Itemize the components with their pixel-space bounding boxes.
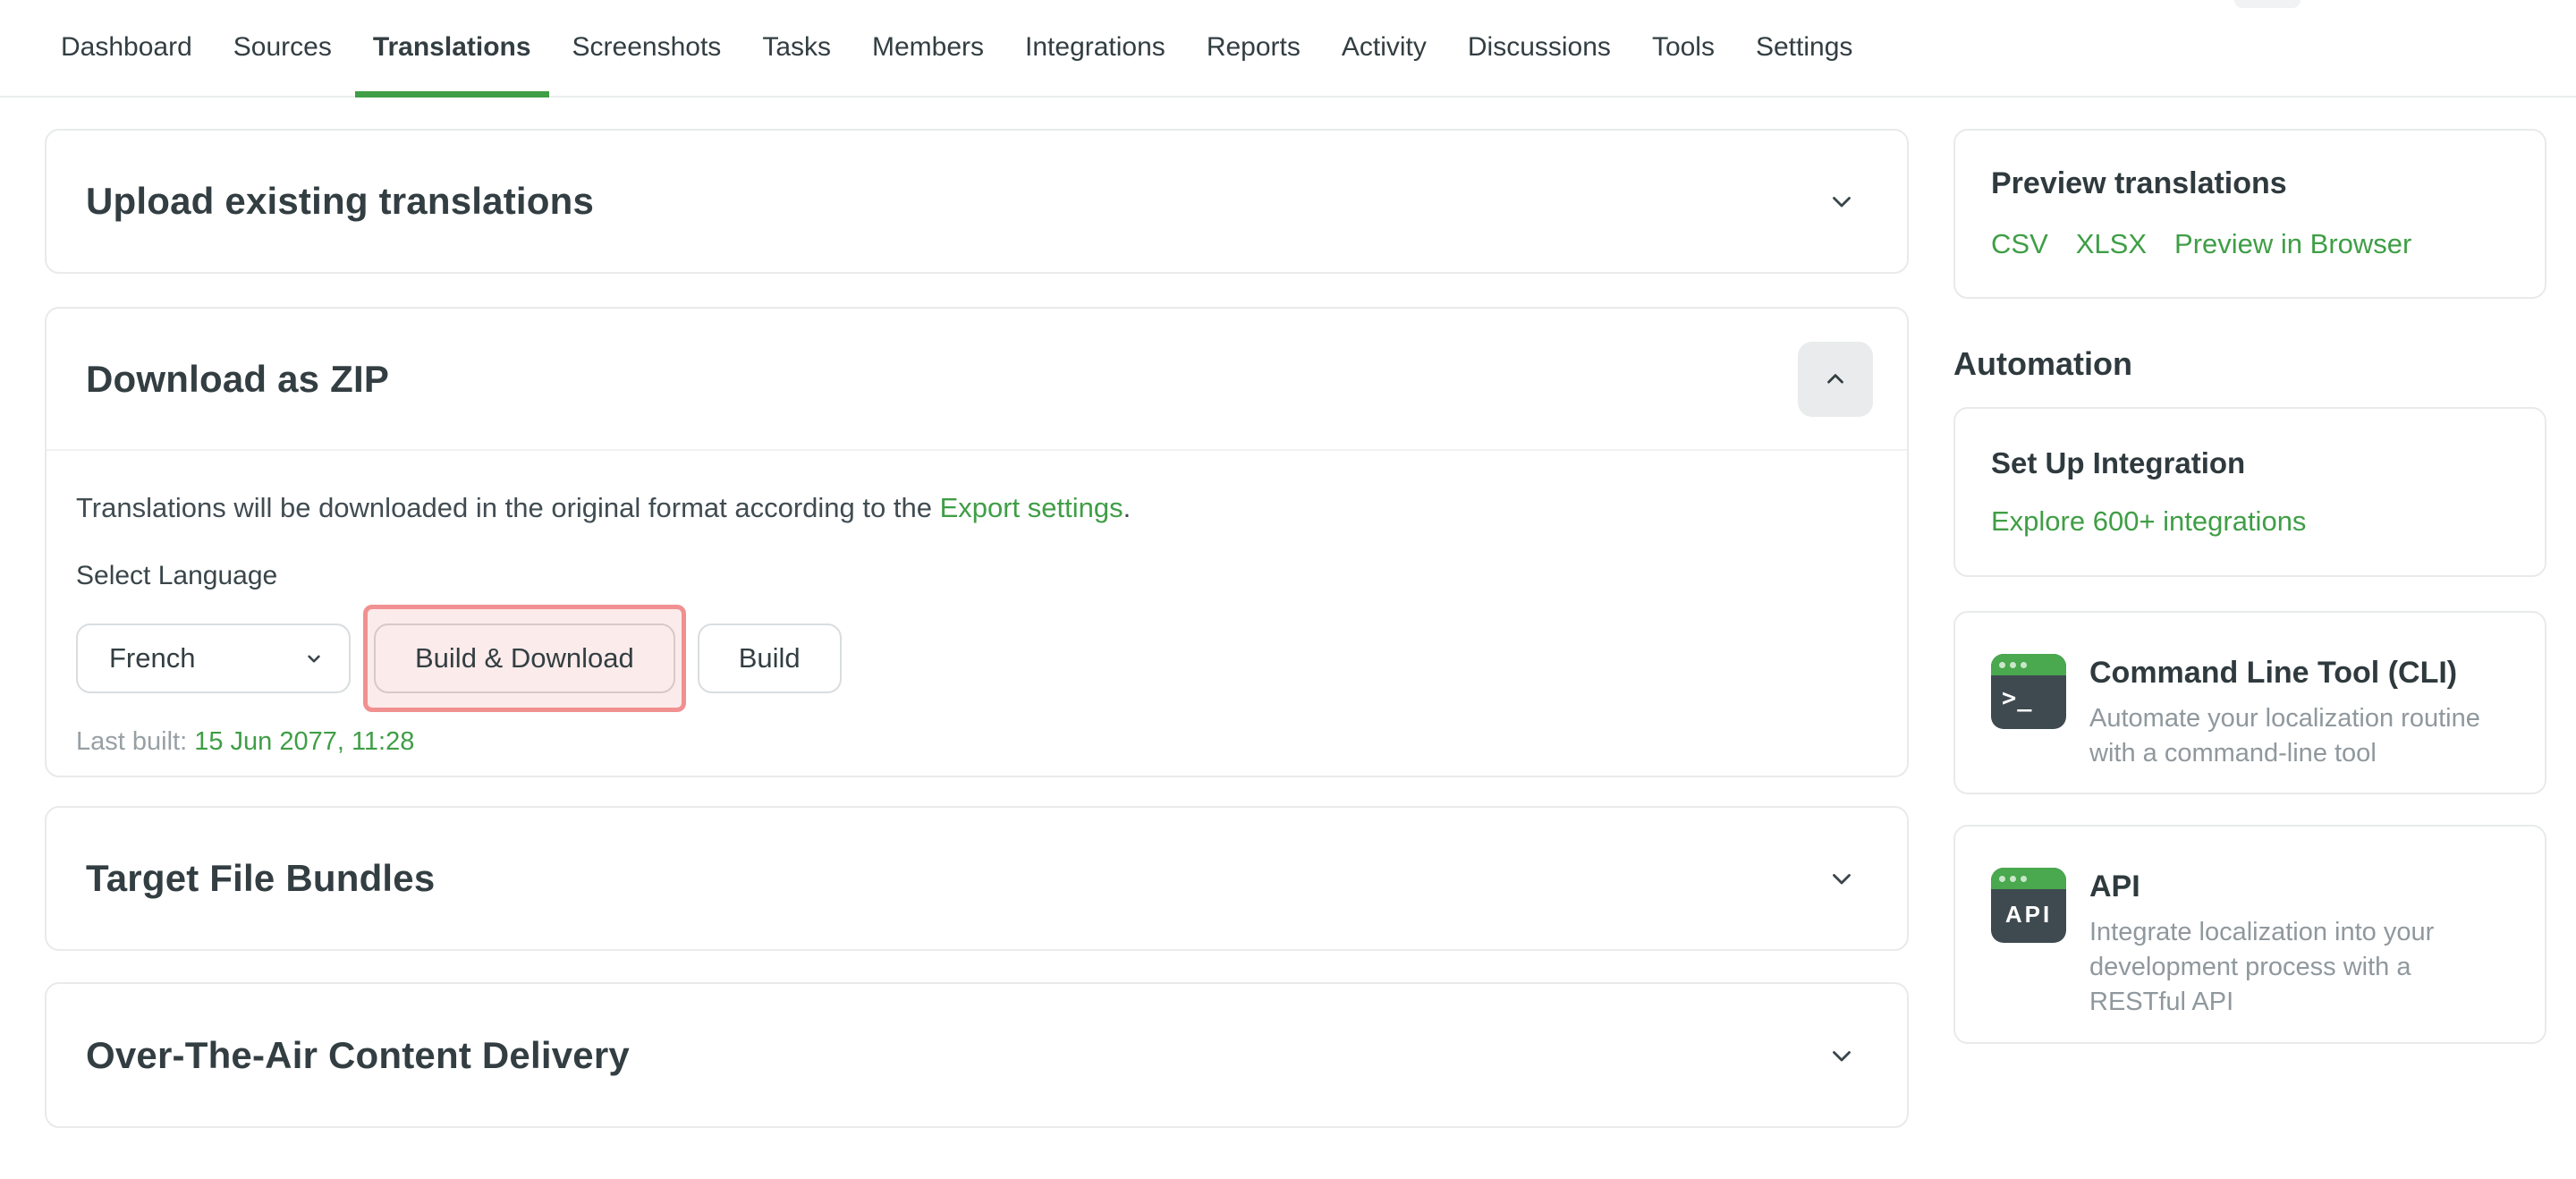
tab-tools[interactable]: Tools — [1634, 0, 1733, 96]
ota-content-delivery-card: Over-The-Air Content Delivery — [45, 982, 1909, 1128]
api-terminal-icon: API — [1991, 868, 2066, 943]
api-icon-titlebar — [1991, 868, 2066, 889]
tab-dashboard[interactable]: Dashboard — [43, 0, 210, 96]
cli-card-description: Automate your localization routine with … — [2089, 701, 2512, 771]
automation-heading: Automation — [1953, 345, 2132, 383]
build-controls-row: French Build & Download Build — [76, 605, 1868, 712]
preview-links: CSV XLSX Preview in Browser — [1991, 228, 2509, 260]
bundles-card-header[interactable]: Target File Bundles — [47, 808, 1907, 949]
tab-integrations[interactable]: Integrations — [1007, 0, 1183, 96]
cli-card-text: Command Line Tool (CLI) Automate your lo… — [2089, 654, 2512, 793]
language-select-value: French — [109, 642, 195, 674]
xlsx-link[interactable]: XLSX — [2076, 228, 2147, 260]
chevron-up-icon — [1822, 366, 1849, 393]
build-and-download-button[interactable]: Build & Download — [374, 623, 675, 693]
ota-card-title: Over-The-Air Content Delivery — [86, 1034, 630, 1077]
api-card-description: Integrate localization into your develop… — [2089, 915, 2512, 1020]
highlight-annotation-box: Build & Download — [363, 605, 686, 712]
language-select[interactable]: French — [76, 623, 351, 693]
chevron-down-icon[interactable] — [1826, 863, 1857, 894]
cli-card-title: Command Line Tool (CLI) — [2089, 656, 2512, 691]
terminal-icon: >_ — [1991, 654, 2066, 729]
tab-members[interactable]: Members — [854, 0, 1002, 96]
download-card-body: Translations will be downloaded in the o… — [47, 451, 1907, 757]
top-nav: Dashboard Sources Translations Screensho… — [0, 0, 2576, 98]
tab-reports[interactable]: Reports — [1189, 0, 1318, 96]
tab-settings[interactable]: Settings — [1738, 0, 1870, 96]
tab-sources[interactable]: Sources — [216, 0, 350, 96]
terminal-prompt-glyph: >_ — [1991, 675, 2066, 712]
download-zip-card: Download as ZIP Translations will be dow… — [45, 307, 1909, 777]
tab-screenshots[interactable]: Screenshots — [555, 0, 740, 96]
bundles-card-title: Target File Bundles — [86, 857, 435, 900]
collapse-button[interactable] — [1798, 342, 1873, 417]
upload-card-header[interactable]: Upload existing translations — [47, 131, 1907, 272]
api-card-text: API Integrate localization into your dev… — [2089, 868, 2512, 1042]
build-button[interactable]: Build — [698, 623, 842, 693]
select-language-label: Select Language — [76, 561, 1868, 591]
preview-translations-card: Preview translations CSV XLSX Preview in… — [1953, 129, 2546, 299]
download-card-title: Download as ZIP — [86, 358, 389, 401]
description-text: Translations will be downloaded in the o… — [76, 492, 940, 523]
explore-integrations-link[interactable]: Explore 600+ integrations — [1991, 505, 2306, 538]
tab-translations[interactable]: Translations — [355, 0, 549, 96]
chevron-down-icon[interactable] — [1826, 1040, 1857, 1071]
csv-link[interactable]: CSV — [1991, 228, 2048, 260]
api-icon-glyph: API — [1991, 889, 2066, 929]
upload-card-title: Upload existing translations — [86, 180, 594, 223]
preview-in-browser-link[interactable]: Preview in Browser — [2174, 228, 2411, 260]
tab-activity[interactable]: Activity — [1324, 0, 1445, 96]
target-file-bundles-card: Target File Bundles — [45, 806, 1909, 951]
api-card-title: API — [2089, 869, 2512, 904]
chevron-down-icon — [302, 647, 326, 670]
download-description: Translations will be downloaded in the o… — [76, 490, 1868, 526]
tab-tasks[interactable]: Tasks — [744, 0, 849, 96]
last-built-value: 15 Jun 2077, 11:28 — [194, 727, 414, 756]
chevron-down-icon[interactable] — [1826, 186, 1857, 216]
translations-download-page: Dashboard Sources Translations Screensho… — [0, 0, 2576, 1179]
tab-discussions[interactable]: Discussions — [1450, 0, 1629, 96]
preview-translations-title: Preview translations — [1991, 166, 2509, 201]
set-up-integration-title: Set Up Integration — [1991, 446, 2509, 480]
set-up-integration-card: Set Up Integration Explore 600+ integrat… — [1953, 407, 2546, 577]
last-built-label: Last built: — [76, 727, 194, 756]
description-period: . — [1123, 492, 1131, 523]
download-card-header[interactable]: Download as ZIP — [47, 309, 1907, 451]
last-built-status: Last built: 15 Jun 2077, 11:28 — [76, 727, 1868, 757]
cli-tool-card[interactable]: >_ Command Line Tool (CLI) Automate your… — [1953, 611, 2546, 794]
terminal-icon-titlebar — [1991, 654, 2066, 675]
upload-translations-card: Upload existing translations — [45, 129, 1909, 274]
api-card[interactable]: API API Integrate localization into your… — [1953, 825, 2546, 1044]
export-settings-link[interactable]: Export settings — [940, 492, 1123, 523]
ota-card-header[interactable]: Over-The-Air Content Delivery — [47, 984, 1907, 1126]
